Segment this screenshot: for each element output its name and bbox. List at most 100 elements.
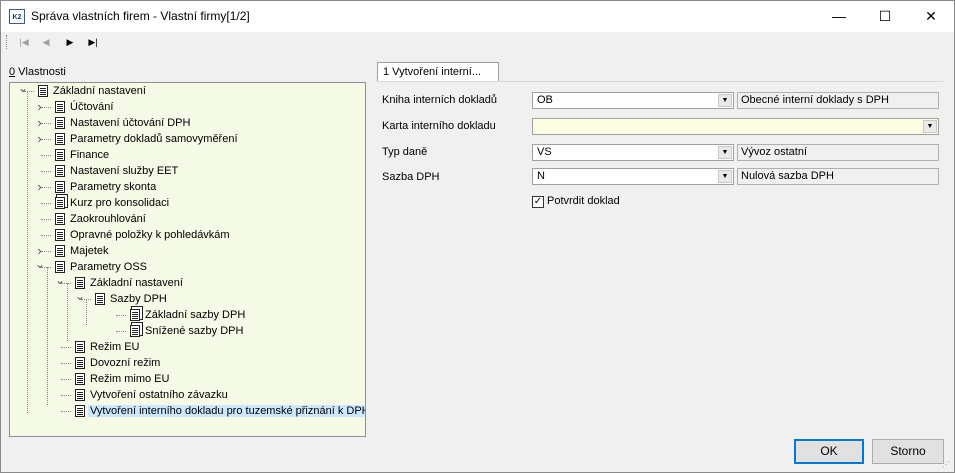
tree-guide-line [67,283,68,341]
tab-divider [377,81,943,82]
document-icon [38,85,48,98]
tree-item[interactable]: Režim EU [75,339,140,355]
resize-grip-icon[interactable]: ⋰ [942,460,952,470]
cancel-button[interactable]: Storno [872,439,944,464]
tree-item[interactable]: Snížené sazby DPH [130,323,243,339]
document-icon [75,277,85,290]
ok-button[interactable]: OK [794,439,864,464]
first-record-icon[interactable]: |◀ [16,35,32,49]
tree-item-label: Režim EU [90,341,140,353]
kniha-combo[interactable]: OB ▼ [532,92,734,109]
navigation-toolbar: |◀ ◀ ▶ ▶| [1,32,954,52]
tree-item-label: Nastavení účtování DPH [70,117,191,129]
kniha-label: Kniha interních dokladů [382,94,497,106]
toolbar-grip[interactable] [6,35,8,49]
tree-item[interactable]: Základní nastavení [75,275,183,291]
chevron-right-icon[interactable]: › [35,132,44,145]
chevron-down-icon[interactable]: ⌄ [55,274,65,286]
karta-combo[interactable]: ▼ [532,118,939,135]
tree-guide-line [47,267,48,405]
tree-item[interactable]: Vytvoření interního dokladu pro tuzemské… [75,403,365,419]
tree-item[interactable]: Nastavení služby EET [55,163,178,179]
tree-connector [116,315,126,316]
tree-item-label: Opravné položky k pohledávkám [70,229,230,241]
tree-item[interactable]: Dovozní režim [75,355,160,371]
tree-connector [61,363,71,364]
chevron-down-icon[interactable]: ▼ [718,146,732,159]
window-title: Správa vlastních firem - Vlastní firmy[1… [31,9,250,23]
document-icon [130,325,140,338]
potvrdit-checkbox[interactable]: ✓ [532,196,544,208]
maximize-button[interactable]: ☐ [862,1,908,32]
tree-item-label: Parametry dokladů samovyměření [70,133,238,145]
tree-item-label: Majetek [70,245,109,257]
chevron-down-icon[interactable]: ▼ [923,120,937,133]
document-icon [55,117,65,130]
tree-item[interactable]: Opravné položky k pohledávkám [55,227,230,243]
kniha-value: OB [537,94,553,106]
last-record-icon[interactable]: ▶| [85,35,101,49]
tree-guide-line [27,91,28,413]
properties-tree[interactable]: ⌄ Základní nastavení › Účtování › Nastavení ú… [9,82,366,437]
tree-item[interactable]: Nastavení účtování DPH [55,115,190,131]
chevron-down-icon[interactable]: ⌄ [35,258,45,270]
document-icon [55,261,65,274]
document-icon [55,149,65,162]
title-bar[interactable]: K2 Správa vlastních firem - Vlastní firm… [1,1,954,32]
potvrdit-label[interactable]: Potvrdit doklad [547,195,620,207]
tree-item[interactable]: Vytvoření ostatního závazku [75,387,228,403]
document-icon [55,101,65,114]
tree-item-label: Dovozní režim [90,357,161,369]
tree-item-label: Nastavení služby EET [70,165,179,177]
previous-record-icon[interactable]: ◀ [38,35,54,49]
chevron-right-icon[interactable]: › [35,244,44,257]
document-icon [55,165,65,178]
tree-item-label: Základní sazby DPH [145,309,246,321]
tree-item[interactable]: Parametry skonta [55,179,156,195]
tree-item[interactable]: Majetek [55,243,109,259]
tree-item-label: Zaokrouhlování [70,213,146,225]
document-icon [55,197,65,210]
tree-item-label: Kurz pro konsolidaci [70,197,170,209]
tree-item-label: Parametry skonta [70,181,157,193]
tree-item[interactable]: Finance [55,147,109,163]
chevron-right-icon[interactable]: › [35,116,44,129]
tree-item[interactable]: Sazby DPH [95,291,167,307]
tree-item[interactable]: Účtování [55,99,113,115]
tree-item[interactable]: Parametry dokladů samovyměření [55,131,238,147]
tree-guide-line [86,299,87,325]
tree-item-label: Vytvoření ostatního závazku [90,389,228,401]
document-icon [55,245,65,258]
chevron-down-icon[interactable]: ⌄ [75,290,85,302]
chevron-down-icon[interactable]: ⌄ [18,83,28,94]
close-button[interactable]: ✕ [908,1,954,32]
properties-panel-label: 0 Vlastnosti [9,66,66,78]
tree-item[interactable]: Základní sazby DPH [130,307,245,323]
tree-connector [61,395,71,396]
tree-connector [116,331,126,332]
tree-item[interactable]: Základní nastavení [38,83,146,99]
sazba-dph-combo[interactable]: N ▼ [532,168,734,185]
chevron-down-icon[interactable]: ▼ [718,170,732,183]
tree-item[interactable]: Parametry OSS [55,259,147,275]
tree-item-label: Vytvoření interního dokladu pro tuzemské… [88,405,365,417]
tree-item-label: Režim mimo EU [90,373,170,385]
minimize-button[interactable]: — [816,1,862,32]
next-record-icon[interactable]: ▶ [62,35,78,49]
document-icon [55,229,65,242]
typ-dane-combo[interactable]: VS ▼ [532,144,734,161]
chevron-right-icon[interactable]: › [35,100,44,113]
tree-connector [61,411,71,412]
document-icon [55,213,65,226]
tree-connector [41,203,51,204]
tree-item[interactable]: Zaokrouhlování [55,211,146,227]
document-icon [55,133,65,146]
tree-item[interactable]: Režim mimo EU [75,371,169,387]
document-icon [75,389,85,402]
tree-item-label: Sazby DPH [110,293,167,305]
chevron-down-icon[interactable]: ▼ [718,94,732,107]
chevron-right-icon[interactable]: › [35,180,44,193]
tree-item[interactable]: Kurz pro konsolidaci [55,195,169,211]
tree-item-label: Snížené sazby DPH [145,325,244,337]
tab-vytvoreni-interniho[interactable]: 1 Vytvoření interní... [377,62,499,81]
